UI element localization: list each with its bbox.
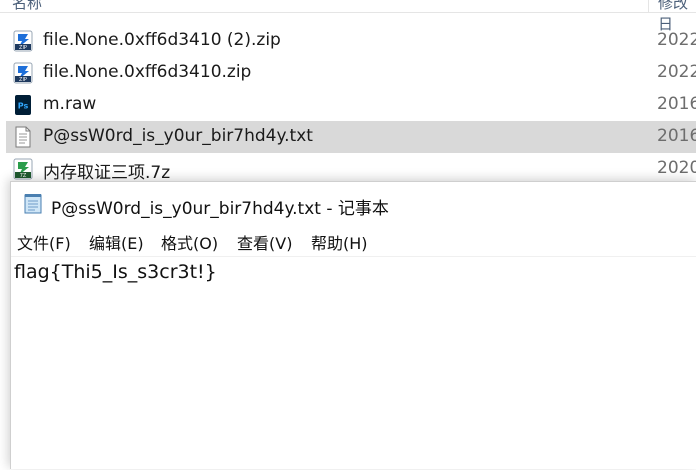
zip-archive-icon: ZIP — [13, 30, 33, 52]
svg-text:ZIP: ZIP — [19, 77, 27, 83]
file-row-zip-2[interactable]: ZIP file.None.0xff6d3410 (2).zip 2022 — [6, 25, 696, 57]
menu-format[interactable]: 格式(O) — [161, 230, 218, 254]
text-file-icon — [15, 126, 31, 148]
file-date: 2016 — [657, 126, 696, 146]
svg-text:7Z: 7Z — [20, 173, 27, 179]
file-name: m.raw — [43, 94, 97, 114]
photoshop-file-icon: Ps — [15, 95, 31, 115]
column-divider[interactable] — [648, 0, 649, 12]
svg-text:Ps: Ps — [18, 102, 29, 111]
file-row-raw[interactable]: Ps m.raw 2016 — [6, 89, 696, 121]
notepad-icon — [24, 194, 42, 214]
notepad-window[interactable]: P@ssW0rd_is_y0ur_bir7hd4y.txt - 记事本 文件(F… — [10, 181, 696, 469]
window-title: P@ssW0rd_is_y0ur_bir7hd4y.txt - 记事本 — [51, 199, 389, 219]
file-name: file.None.0xff6d3410 (2).zip — [43, 30, 281, 50]
column-header: 名称 修改日 — [0, 0, 696, 33]
menu-file[interactable]: 文件(F) — [17, 230, 71, 254]
zip-archive-icon: ZIP — [13, 62, 33, 84]
file-date: 2020 — [657, 158, 696, 178]
editor-text[interactable]: flag{Thi5_Is_s3cr3t!} — [14, 261, 217, 283]
name-column-header[interactable]: 名称 — [12, 0, 42, 13]
menu-edit[interactable]: 编辑(E) — [89, 230, 144, 254]
7z-archive-icon: 7Z — [13, 158, 33, 180]
file-date: 2016 — [657, 94, 696, 114]
file-explorer-list: 名称 修改日 ZIP file.None.0xff6d3410 (2).zip … — [0, 0, 696, 190]
menu-bar: 文件(F) 编辑(E) 格式(O) 查看(V) 帮助(H) — [11, 226, 696, 254]
notepad-titlebar[interactable]: P@ssW0rd_is_y0ur_bir7hd4y.txt - 记事本 — [11, 182, 696, 226]
file-row-zip[interactable]: ZIP file.None.0xff6d3410.zip 2022 — [6, 57, 696, 89]
file-name: 内存取证三项.7z — [43, 163, 171, 183]
menu-help[interactable]: 帮助(H) — [311, 230, 368, 254]
svg-text:ZIP: ZIP — [19, 45, 27, 51]
file-name: P@ssW0rd_is_y0ur_bir7hd4y.txt — [43, 126, 313, 146]
menu-view[interactable]: 查看(V) — [237, 230, 292, 254]
file-row-txt-selected[interactable]: P@ssW0rd_is_y0ur_bir7hd4y.txt 2016 — [6, 121, 696, 153]
text-editor-area[interactable]: flag{Thi5_Is_s3cr3t!} — [11, 256, 696, 470]
file-date: 2022 — [657, 30, 696, 50]
file-name: file.None.0xff6d3410.zip — [43, 62, 252, 82]
file-date: 2022 — [657, 62, 696, 82]
